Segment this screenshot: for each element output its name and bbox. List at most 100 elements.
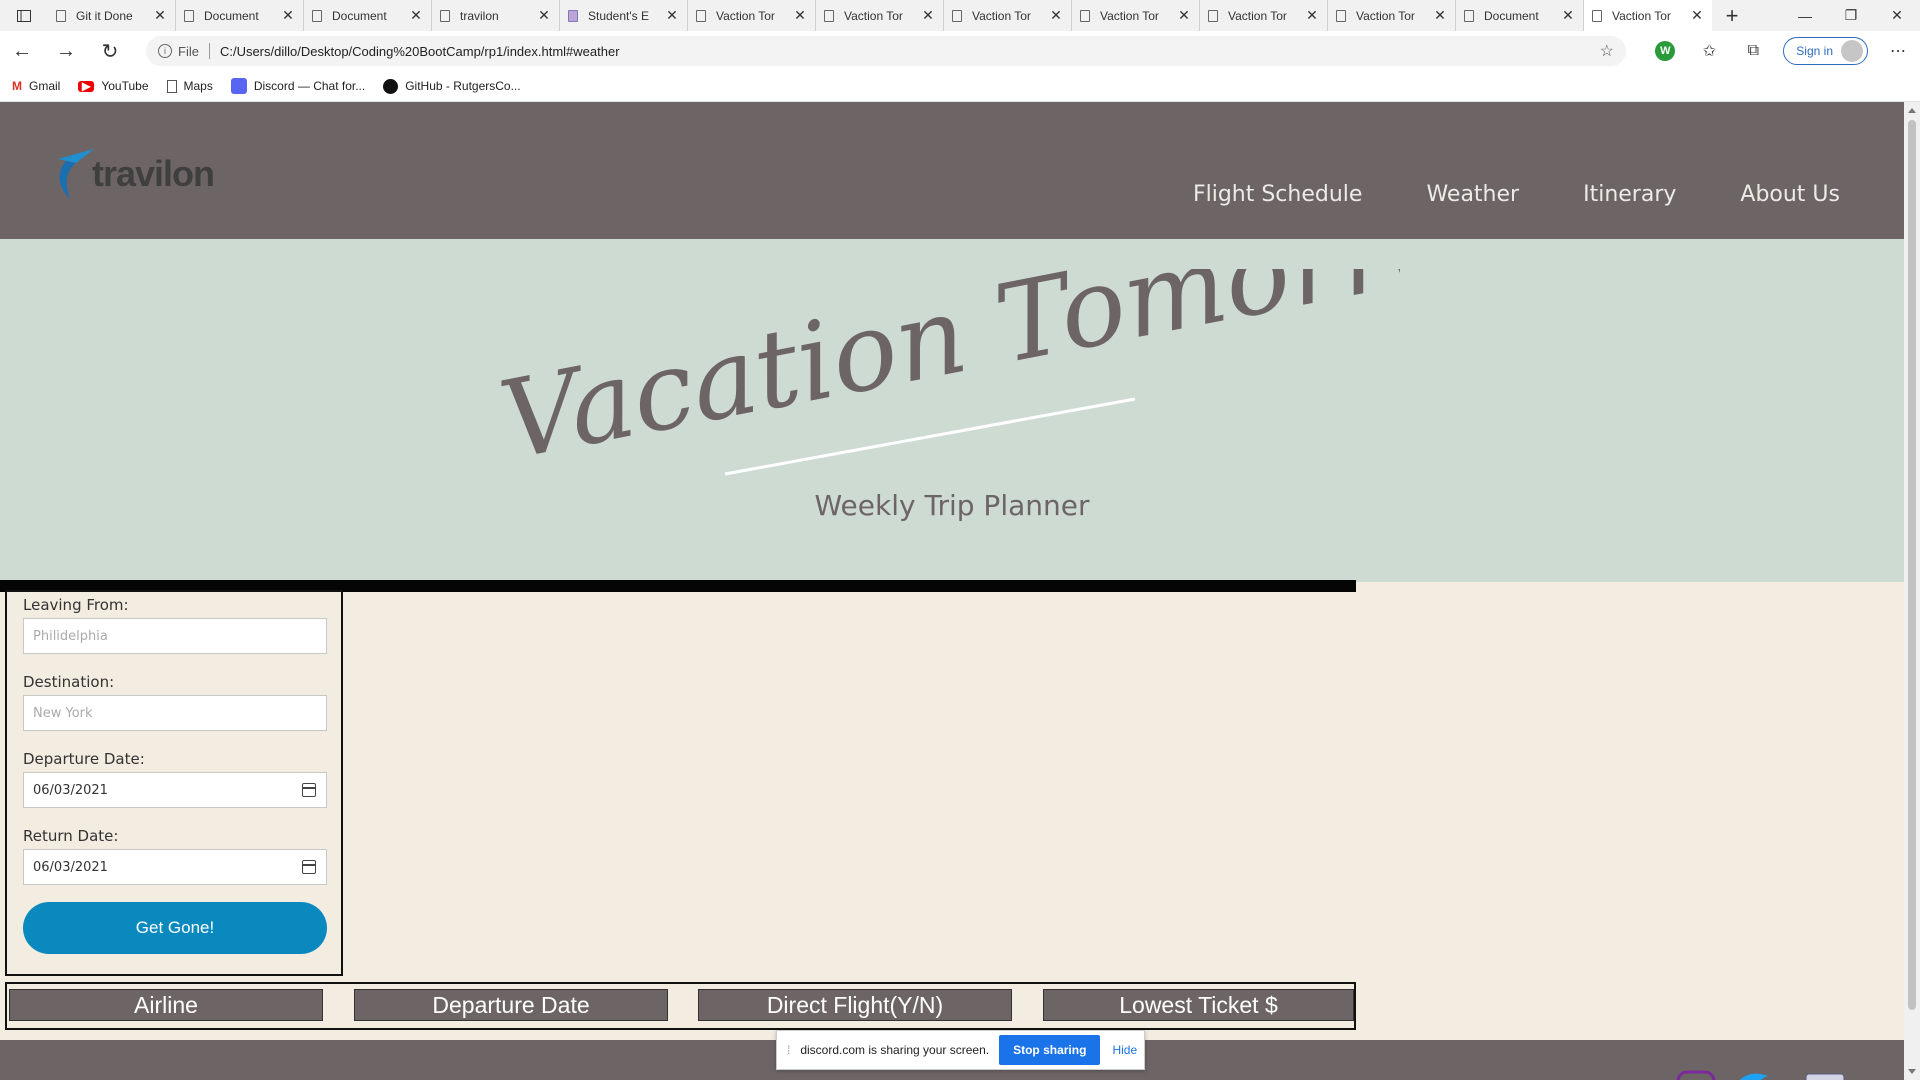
close-tab-icon[interactable]: ✕ [921,7,935,24]
tab-label: Vaction Tor [972,8,1031,23]
sign-in-button[interactable]: Sign in [1783,37,1868,65]
url-input[interactable]: i File C:/Users/dillo/Desktop/Coding%20B… [146,36,1626,66]
drag-handle-icon[interactable]: ⁞ [787,1043,790,1057]
site-header: travilon Flight Schedule Weather Itinera… [0,102,1904,239]
bookmark-gmail[interactable]: M Gmail [12,79,60,93]
new-tab-button[interactable]: + [1712,0,1752,31]
browser-tab[interactable]: Vaction Tor ✕ [1328,0,1456,31]
favorites-button[interactable]: ✩ [1687,41,1731,61]
browser-tab[interactable]: travilon ✕ [432,0,560,31]
tab-label: Document [332,8,387,23]
leaving-from-label: Leaving From: [23,596,129,614]
restore-icon[interactable]: ❐ [1828,0,1874,31]
page-icon [56,9,66,22]
get-gone-button[interactable]: Get Gone! [23,902,327,954]
refresh-button[interactable]: ↻ [88,31,132,71]
bookmark-maps[interactable]: Maps [166,79,213,93]
close-tab-icon[interactable]: ✕ [281,7,295,24]
close-tab-icon[interactable]: ✕ [665,7,679,24]
refresh-icon: ↻ [101,40,119,63]
browser-tab[interactable]: Document ✕ [1456,0,1584,31]
stop-sharing-button[interactable]: Stop sharing [999,1035,1101,1065]
avatar [1841,40,1863,62]
page-icon [184,9,194,22]
browser-tab-active[interactable]: Vaction Tor ✕ [1584,0,1712,31]
minimize-icon[interactable]: — [1782,0,1828,31]
instagram-icon [1676,1070,1716,1080]
direct-flight-header: Direct Flight(Y/N) [698,989,1012,1021]
page-viewport: travilon Flight Schedule Weather Itinera… [0,102,1920,1080]
hide-button[interactable]: Hide [1112,1043,1137,1057]
youtube-icon: ▶ [78,79,95,93]
close-tab-icon[interactable]: ✕ [537,7,551,24]
scroll-down-icon[interactable] [1908,1069,1916,1074]
add-favorite-icon[interactable]: ☆ [1600,41,1614,61]
nav-weather[interactable]: Weather [1426,182,1519,207]
destination-input[interactable]: New York [23,695,327,731]
info-icon[interactable]: i [158,44,172,58]
nav-flight-schedule[interactable]: Flight Schedule [1193,182,1363,207]
page-icon [1336,9,1346,22]
calendar-icon[interactable] [302,860,316,874]
extension-button[interactable]: W [1643,41,1687,61]
close-tab-icon[interactable]: ✕ [1177,7,1191,24]
close-tab-icon[interactable]: ✕ [409,7,423,24]
nav-itinerary[interactable]: Itinerary [1583,182,1676,207]
close-window-icon[interactable]: ✕ [1874,0,1920,31]
social-links [1676,1070,1845,1080]
tab-actions-button[interactable] [0,0,48,31]
bookmark-label: Gmail [29,79,61,93]
page-icon [696,9,706,22]
return-date-value: 06/03/2021 [33,859,108,875]
tab-label: Vaction Tor [716,8,775,23]
bookmark-github[interactable]: GitHub - RutgersCo... [383,78,521,94]
url-text: C:/Users/dillo/Desktop/Coding%20BootCamp… [219,43,620,59]
browser-tab[interactable]: Git it Done ✕ [48,0,176,31]
airline-header: Airline [9,989,323,1021]
back-button[interactable]: ← [0,31,44,71]
browser-tab[interactable]: Vaction Tor ✕ [944,0,1072,31]
browser-tab[interactable]: Document ✕ [176,0,304,31]
calendar-icon[interactable] [302,783,316,797]
github-icon [383,78,399,94]
browser-tab[interactable]: Vaction Tor ✕ [816,0,944,31]
browser-tab[interactable]: Vaction Tor ✕ [1200,0,1328,31]
close-tab-icon[interactable]: ✕ [1561,7,1575,24]
bookmark-youtube[interactable]: ▶ YouTube [78,79,149,93]
tab-label: Vaction Tor [1228,8,1287,23]
scroll-thumb[interactable] [1908,120,1916,1010]
form-icon [568,9,578,22]
browser-tab[interactable]: Student's E ✕ [560,0,688,31]
close-tab-icon[interactable]: ✕ [793,7,807,24]
forward-arrow-icon: → [56,39,76,62]
browser-tab[interactable]: Vaction Tor ✕ [688,0,816,31]
extension-w-icon: W [1655,41,1676,61]
page-scrollbar[interactable] [1904,102,1920,1080]
close-tab-icon[interactable]: ✕ [1433,7,1447,24]
departure-date-input[interactable]: 06/03/2021 [23,772,327,808]
return-date-input[interactable]: 06/03/2021 [23,849,327,885]
address-bar-row: ← → ↻ i File C:/Users/dillo/Desktop/Codi… [0,31,1920,71]
close-tab-icon[interactable]: ✕ [1305,7,1319,24]
close-tab-icon[interactable]: ✕ [153,7,167,24]
close-tab-icon[interactable]: ✕ [1049,7,1063,24]
scroll-up-icon[interactable] [1908,108,1916,113]
toolbar-right: W ✩ ⧉ Sign in ⋯ [1643,31,1920,71]
leaving-from-input[interactable]: Philidelphia [23,618,327,654]
browser-tab[interactable]: Document ✕ [304,0,432,31]
collections-button[interactable]: ⧉ [1731,42,1775,60]
page-icon [440,9,450,22]
page-icon [1464,9,1474,22]
more-icon: ⋯ [1890,43,1906,60]
forward-button[interactable]: → [44,31,88,71]
tab-label: Document [1484,8,1539,23]
close-tab-icon[interactable]: ✕ [1690,7,1704,24]
site-logo[interactable]: travilon [54,147,215,201]
bookmark-discord[interactable]: Discord — Chat for... [230,78,365,94]
tab-strip: Git it Done ✕ Document ✕ Document ✕ travilo… [0,0,1920,31]
nav-about-us[interactable]: About Us [1740,182,1840,207]
tab-label: Document [204,8,259,23]
browser-tab[interactable]: Vaction Tor ✕ [1072,0,1200,31]
more-menu-button[interactable]: ⋯ [1876,41,1920,61]
hero-title: Vacation Tomorrow [500,269,1400,485]
